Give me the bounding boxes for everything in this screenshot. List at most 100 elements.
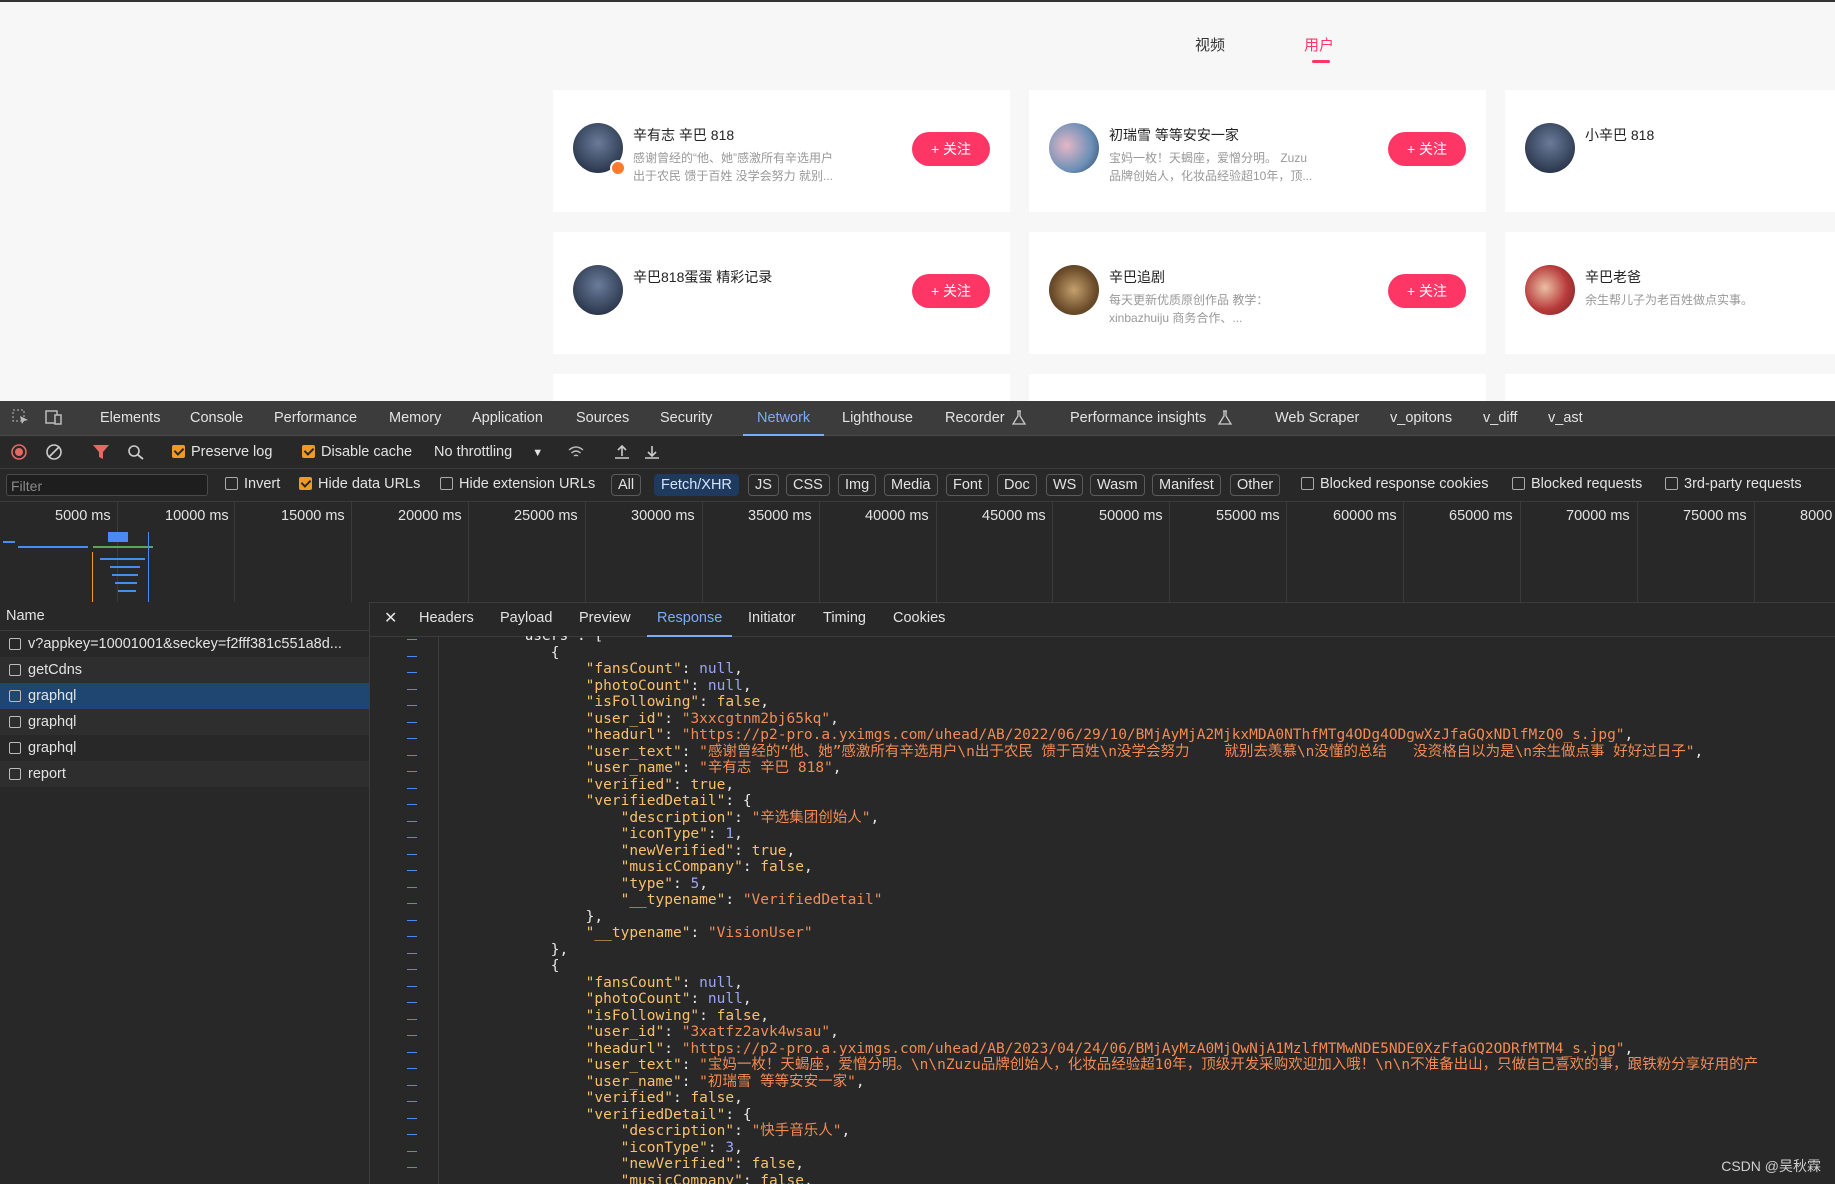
user-name[interactable]: 辛巴追剧: [1109, 267, 1165, 287]
user-card[interactable]: 小辛巴 818: [1505, 90, 1835, 212]
gutter-marker: [407, 969, 417, 970]
devtools-tab-sources[interactable]: Sources: [576, 410, 629, 426]
filter-type-wasm[interactable]: Wasm: [1090, 474, 1145, 496]
detail-tab-initiator[interactable]: Initiator: [748, 610, 796, 626]
devtools-tab-application[interactable]: Application: [472, 410, 543, 426]
request-row[interactable]: getCdns: [0, 657, 369, 683]
hide-extension-urls-checkbox[interactable]: Hide extension URLs: [440, 476, 595, 492]
detail-tab-response[interactable]: Response: [646, 610, 733, 637]
devtools-tab-v-diff[interactable]: v_diff: [1483, 410, 1517, 426]
devtools-tab-performance[interactable]: Performance: [274, 410, 357, 426]
invert-checkbox[interactable]: Invert: [225, 476, 280, 492]
user-card[interactable]: [553, 374, 1010, 401]
follow-button[interactable]: + 关注: [912, 274, 990, 308]
request-row[interactable]: v?appkey=10001001&seckey=f2fff381c551a8d…: [0, 631, 369, 657]
devtools-tab-v-ast[interactable]: v_ast: [1548, 410, 1583, 426]
devtools-tab-console[interactable]: Console: [190, 410, 243, 426]
user-name[interactable]: 辛巴老爸: [1585, 267, 1641, 287]
code-line: "newVerified": false,: [446, 1156, 804, 1172]
disable-cache-checkbox[interactable]: Disable cache: [302, 444, 412, 460]
clear-icon[interactable]: [45, 444, 63, 460]
avatar[interactable]: [1525, 123, 1575, 173]
user-name[interactable]: 辛巴818蛋蛋 精彩记录: [633, 267, 772, 287]
follow-button[interactable]: + 关注: [912, 132, 990, 166]
request-row[interactable]: graphql: [0, 735, 369, 761]
filter-type-ws[interactable]: WS: [1046, 474, 1084, 496]
device-toolbar-icon[interactable]: [45, 409, 63, 425]
filter-type-all[interactable]: All: [611, 474, 642, 496]
filter-type-js[interactable]: JS: [748, 474, 779, 496]
network-conditions-icon[interactable]: [567, 444, 585, 460]
avatar[interactable]: [1525, 265, 1575, 315]
network-overview-timeline[interactable]: 5000 ms 10000 ms 15000 ms 20000 ms 25000…: [0, 502, 1835, 603]
code-line: "verified": false,: [446, 1090, 743, 1106]
user-name[interactable]: 初瑞雪 等等安安一家: [1109, 125, 1239, 145]
user-card[interactable]: 辛巴追剧 每天更新优质原创作品 教学： xinbazhuiju 商务合作、... …: [1029, 232, 1486, 354]
filter-type-font[interactable]: Font: [946, 474, 990, 496]
filter-type-css[interactable]: CSS: [786, 474, 830, 496]
filter-type-media[interactable]: Media: [884, 474, 938, 496]
request-row[interactable]: report: [0, 761, 369, 787]
throttling-select[interactable]: No throttling ▼: [434, 444, 543, 460]
verified-badge-icon: [610, 160, 626, 176]
avatar[interactable]: [573, 265, 623, 315]
devtools-tab-elements[interactable]: Elements: [100, 410, 160, 426]
user-name[interactable]: 辛有志 辛巴 818: [633, 125, 734, 145]
detail-tab-timing[interactable]: Timing: [823, 610, 866, 626]
third-party-requests-checkbox[interactable]: 3rd-party requests: [1665, 476, 1802, 492]
export-har-icon[interactable]: [643, 444, 661, 460]
detail-tab-cookies[interactable]: Cookies: [893, 610, 945, 626]
filter-type-img[interactable]: Img: [838, 474, 877, 496]
gutter-marker: [407, 886, 417, 888]
inspect-element-icon[interactable]: [12, 409, 30, 425]
gutter-marker: [407, 672, 417, 673]
user-card[interactable]: 辛有志 辛巴 818 感谢曾经的“他、她”感激所有辛选用户 出于农民 馈于百姓 没…: [553, 90, 1010, 212]
network-toolbar: Preserve log Disable cache No throttling…: [0, 436, 1835, 469]
devtools-tab-security[interactable]: Security: [660, 410, 712, 426]
filter-type-fetch-xhr[interactable]: Fetch/XHR: [654, 474, 739, 496]
avatar[interactable]: [1049, 265, 1099, 315]
preserve-log-checkbox[interactable]: Preserve log: [172, 444, 272, 460]
search-icon[interactable]: [127, 444, 145, 460]
devtools-tab-memory[interactable]: Memory: [389, 410, 441, 426]
response-body-viewer[interactable]: "users": [ { "fansCount": null, "photoCo…: [370, 636, 1835, 1184]
name-column-header[interactable]: Name: [0, 602, 369, 631]
devtools-tab-lighthouse[interactable]: Lighthouse: [842, 410, 913, 426]
devtools-tab-v-opitons[interactable]: v_opitons: [1390, 410, 1452, 426]
devtools-tab-web-scraper[interactable]: Web Scraper: [1275, 410, 1359, 426]
devtools-tab-recorder[interactable]: Recorder: [945, 410, 1005, 426]
follow-button[interactable]: + 关注: [1388, 132, 1466, 166]
request-row[interactable]: graphql: [0, 709, 369, 735]
filter-type-other[interactable]: Other: [1230, 474, 1281, 496]
detail-tab-preview[interactable]: Preview: [579, 610, 631, 626]
user-name[interactable]: 小辛巴 818: [1585, 125, 1654, 145]
user-card[interactable]: [1505, 374, 1835, 401]
close-icon[interactable]: ✕: [384, 608, 397, 628]
record-stop-icon[interactable]: [10, 444, 28, 460]
filter-input[interactable]: Filter: [6, 474, 208, 496]
user-description: 宝妈一枚！天蝎座，爱憎分明。 Zuzu 品牌创始人，化妆品经验超10年，顶...: [1109, 151, 1313, 183]
hide-data-urls-checkbox[interactable]: Hide data URLs: [299, 476, 420, 492]
user-card[interactable]: 辛巴老爸 余生帮儿子为老百姓做点实事。: [1505, 232, 1835, 354]
blocked-response-cookies-checkbox[interactable]: Blocked response cookies: [1301, 476, 1488, 492]
user-card[interactable]: 辛巴818蛋蛋 精彩记录 + 关注: [553, 232, 1010, 354]
detail-tab-payload[interactable]: Payload: [500, 610, 552, 626]
avatar[interactable]: [1049, 123, 1099, 173]
blocked-requests-checkbox[interactable]: Blocked requests: [1512, 476, 1642, 492]
devtools-tab-network[interactable]: Network: [742, 410, 825, 436]
follow-button[interactable]: + 关注: [1388, 274, 1466, 308]
user-card[interactable]: [1029, 374, 1486, 401]
detail-tab-headers[interactable]: Headers: [419, 610, 474, 626]
request-row-selected[interactable]: graphql: [0, 683, 369, 709]
filter-type-doc[interactable]: Doc: [997, 474, 1037, 496]
devtools-tab-performance-insights[interactable]: Performance insights: [1070, 410, 1206, 426]
import-har-icon[interactable]: [613, 444, 631, 460]
filter-type-manifest[interactable]: Manifest: [1152, 474, 1221, 496]
user-card[interactable]: 初瑞雪 等等安安一家 宝妈一枚！天蝎座，爱憎分明。 Zuzu 品牌创始人，化妆品经…: [1029, 90, 1486, 212]
filter-icon[interactable]: [92, 444, 110, 460]
tab-user[interactable]: 用户: [1304, 34, 1334, 63]
gutter-marker: [407, 837, 417, 838]
tab-video[interactable]: 视频: [1195, 34, 1225, 55]
code-line: {: [446, 958, 560, 974]
gutter-marker: [407, 1101, 417, 1102]
